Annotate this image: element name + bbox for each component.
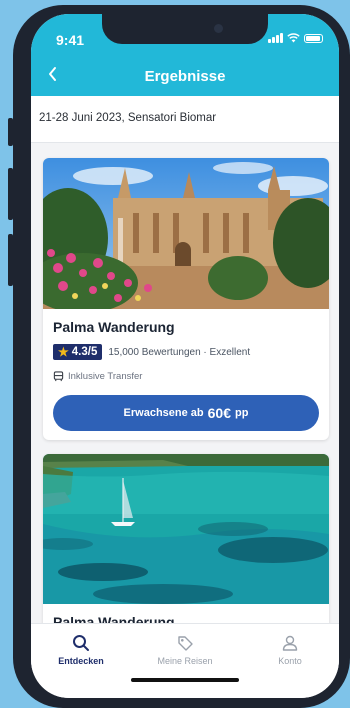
rating-value: 4.3/5 (71, 346, 98, 358)
result-title: Palma Wanderung (53, 319, 175, 335)
tab-label: Meine Reisen (157, 656, 213, 666)
result-photo-bay (43, 454, 329, 604)
status-time: 9:41 (56, 32, 85, 48)
result-card[interactable]: Palma Wanderung (43, 454, 329, 623)
tab-label: Entdecken (58, 656, 104, 666)
transfer-row: Inklusive Transfer (53, 371, 142, 382)
result-card[interactable]: Palma Wanderung ★ 4.3/5 15,000 Bewertung… (43, 158, 329, 440)
tab-bar: Entdecken Meine Reisen Konto (31, 623, 339, 698)
search-summary: 21-28 Juni 2023, Sensatori Biomar (39, 112, 217, 124)
phone-notch (102, 14, 268, 44)
phone-screen: 9:41 Ergebnisse 21-28 Juni 2023, Sensato… (31, 14, 339, 698)
front-camera (214, 24, 223, 33)
wifi-icon (287, 33, 300, 43)
result-photo-cathedral (43, 158, 329, 309)
cta-prefix: Erwachsene ab (123, 407, 204, 419)
user-icon (282, 635, 298, 651)
cta-suffix: pp (235, 407, 249, 419)
reviews-text: 15,000 Bewertungen · Exzellent (108, 346, 251, 358)
transfer-label: Inklusive Transfer (68, 371, 143, 382)
tag-icon (178, 636, 193, 651)
search-icon (73, 635, 89, 651)
home-indicator[interactable] (131, 678, 239, 682)
page-title: Ergebnisse (144, 68, 226, 85)
tab-label: Konto (278, 656, 302, 666)
book-adults-button[interactable]: Erwachsene ab 60€ pp (53, 395, 319, 431)
cta-price: 60€ (207, 405, 231, 421)
rating-row: ★ 4.3/5 15,000 Bewertungen · Exzellent (53, 344, 250, 360)
results-list: Palma Wanderung ★ 4.3/5 15,000 Bewertung… (31, 143, 339, 623)
bus-icon (53, 371, 64, 382)
battery-icon (304, 33, 323, 43)
result-title: Palma Wanderung (53, 614, 175, 623)
rating-badge: ★ 4.3/5 (53, 344, 103, 360)
star-icon: ★ (58, 345, 69, 359)
signal-icon (268, 33, 283, 43)
tab-entdecken[interactable]: Entdecken (41, 634, 121, 666)
tab-meine-reisen[interactable]: Meine Reisen (145, 634, 225, 666)
search-summary-bar[interactable]: 21-28 Juni 2023, Sensatori Biomar (31, 96, 339, 143)
tab-konto[interactable]: Konto (250, 634, 330, 666)
status-icons (268, 33, 323, 43)
